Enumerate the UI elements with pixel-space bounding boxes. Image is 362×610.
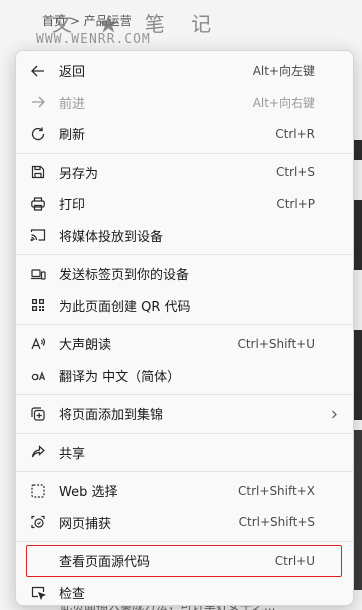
menu-separator [16, 471, 353, 472]
menu-item[interactable]: 网页捕获 Ctrl+Shift+S [16, 507, 353, 539]
menu-item[interactable]: 大声朗读 Ctrl+Shift+U [16, 328, 353, 360]
menu-item-shortcut: Alt+向左键 [252, 64, 315, 79]
menu-item-label: 刷新 [59, 128, 86, 144]
menu-item-shortcut: Ctrl+R [275, 126, 315, 141]
menu-item-label: 翻译为 中文（简体） [59, 369, 181, 385]
share-icon [29, 443, 47, 461]
background-image-strip [354, 330, 362, 420]
menu-item[interactable]: 打印 Ctrl+P [16, 188, 353, 220]
menu-separator [16, 152, 353, 154]
arrow-right-icon [29, 93, 47, 111]
refresh-icon [29, 125, 47, 143]
menu-item-shortcut: Ctrl+Shift+S [238, 515, 315, 530]
menu-separator [16, 432, 353, 434]
save-as-icon [29, 163, 47, 181]
qr-code-icon [29, 296, 47, 314]
menu-item-label: 检查 [59, 586, 86, 602]
watermark-url: WWW.WENRR.COM [36, 32, 151, 47]
read-aloud-icon [29, 335, 47, 353]
collections-icon [29, 405, 47, 423]
menu-separator [16, 394, 353, 395]
menu-item-label: 另存为 [59, 166, 99, 182]
menu-item[interactable]: 查看页面源代码 Ctrl+U [26, 545, 342, 577]
menu-item-label: Web 选择 [59, 485, 118, 501]
arrow-left-icon [29, 62, 47, 80]
menu-item-label: 前进 [59, 96, 86, 112]
menu-separator [16, 254, 353, 255]
web-capture-icon [29, 513, 47, 531]
chevron-right-icon [329, 404, 339, 423]
menu-item[interactable]: 返回 Alt+向左键 [16, 55, 353, 87]
menu-item-label: 将页面添加到集锦 [59, 408, 164, 424]
send-to-device-icon [29, 265, 47, 283]
menu-item-shortcut: Alt+向右键 [252, 95, 315, 110]
menu-item-shortcut: Ctrl+U [274, 553, 315, 568]
menu-item[interactable]: 另存为 Ctrl+S [16, 157, 353, 189]
menu-item-label: 网页捕获 [59, 516, 112, 532]
background-image-strip [354, 140, 362, 160]
menu-item[interactable]: 刷新 Ctrl+R [16, 118, 353, 150]
menu-item-label: 将媒体投放到设备 [59, 229, 164, 245]
menu-item[interactable]: 将页面添加到集锦 [16, 398, 353, 430]
menu-item[interactable]: 检查 [16, 577, 353, 609]
menu-item-label: 大声朗读 [59, 338, 112, 354]
menu-item-shortcut: Ctrl+S [275, 165, 315, 180]
menu-separator [16, 541, 353, 542]
background-image-strip [354, 430, 362, 590]
menu-item[interactable]: 前进 Alt+向右键 [16, 87, 353, 119]
menu-item-label: 查看页面源代码 [59, 555, 151, 571]
menu-item[interactable]: Web 选择 Ctrl+Shift+X [16, 475, 353, 507]
menu-separator [16, 324, 353, 325]
menu-item-label: 发送标签页到你的设备 [59, 268, 190, 284]
inspect-icon [29, 583, 47, 601]
menu-item[interactable]: 将媒体投放到设备 [16, 220, 353, 252]
menu-item-label: 共享 [59, 446, 86, 462]
translate-icon [29, 366, 47, 384]
web-select-icon [29, 482, 47, 500]
browser-context-menu: 返回 Alt+向左键前进 Alt+向右键刷新 Ctrl+R 另存为 Ctrl+S 打印 Ctr… [15, 50, 354, 606]
menu-item[interactable]: 为此页面创建 QR 代码 [16, 290, 353, 322]
background-image-strip [354, 200, 362, 270]
menu-item-shortcut: Ctrl+P [276, 196, 315, 211]
menu-item-shortcut: Ctrl+Shift+X [238, 483, 315, 498]
menu-item-label: 返回 [59, 65, 86, 81]
menu-item-shortcut: Ctrl+Shift+U [237, 336, 315, 351]
menu-item[interactable]: 翻译为 中文（简体） [16, 360, 353, 392]
menu-item-label: 打印 [59, 198, 86, 214]
print-icon [29, 195, 47, 213]
cast-icon [29, 226, 47, 244]
menu-item[interactable]: 发送标签页到你的设备 [16, 258, 353, 290]
menu-item-label: 为此页面创建 QR 代码 [59, 299, 191, 315]
menu-item[interactable]: 共享 [16, 437, 353, 469]
